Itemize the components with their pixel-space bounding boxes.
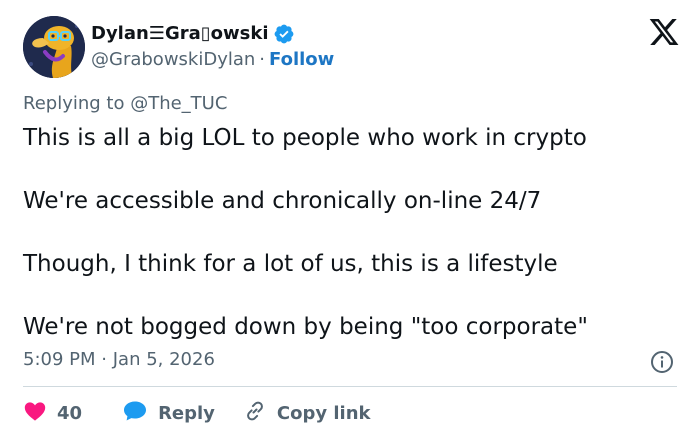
- tweet-timestamp[interactable]: 5:09 PM · Jan 5, 2026: [23, 347, 215, 373]
- handle-separator: ·: [259, 49, 266, 70]
- author-block: Dylan☰Gra▯owski @GrabowskiDylan · Follow: [91, 23, 334, 71]
- heart-icon: [23, 399, 47, 428]
- date-separator: ·: [101, 349, 107, 370]
- handle-row: @GrabowskiDylan · Follow: [91, 49, 334, 71]
- replying-to: Replying to @The_TUC: [23, 92, 227, 116]
- tweet-line: We're accessible and chronically on-line…: [23, 188, 542, 214]
- duck-avatar-icon: [23, 16, 85, 78]
- tweet-line: This is all a big LOL to people who work…: [23, 125, 587, 151]
- speech-bubble-icon: [122, 399, 148, 428]
- tweet-card: Dylan☰Gra▯owski @GrabowskiDylan · Follow…: [0, 0, 700, 440]
- verified-badge-icon: [273, 23, 295, 45]
- divider: [23, 386, 677, 387]
- like-button[interactable]: 40: [23, 399, 82, 428]
- author-name[interactable]: Dylan☰Gra▯owski: [91, 23, 269, 45]
- action-bar: 40 Reply Copy link: [23, 400, 371, 426]
- copy-link-label: Copy link: [276, 402, 371, 424]
- avatar[interactable]: [23, 16, 85, 78]
- reply-button[interactable]: Reply: [122, 399, 215, 428]
- like-count: 40: [57, 402, 83, 424]
- link-icon: [243, 399, 267, 428]
- tweet-text: This is all a big LOL to people who work…: [23, 122, 683, 374]
- replying-to-prefix: Replying to: [23, 93, 131, 114]
- author-name-row: Dylan☰Gra▯owski: [91, 23, 334, 45]
- tweet-date: Jan 5, 2026: [112, 349, 215, 370]
- reply-label: Reply: [158, 402, 215, 424]
- info-icon[interactable]: [650, 350, 674, 374]
- x-logo-icon[interactable]: [648, 16, 680, 48]
- tweet-line: Though, I think for a lot of us, this is…: [23, 251, 558, 277]
- replying-to-handle[interactable]: @The_TUC: [130, 93, 227, 114]
- author-handle[interactable]: @GrabowskiDylan: [91, 49, 255, 71]
- tweet-line: We're not bogged down by being "too corp…: [23, 314, 588, 340]
- copy-link-button[interactable]: Copy link: [243, 399, 371, 428]
- tweet-time: 5:09 PM: [23, 349, 96, 370]
- follow-button[interactable]: Follow: [269, 49, 334, 71]
- tweet-header: Dylan☰Gra▯owski @GrabowskiDylan · Follow: [23, 16, 334, 78]
